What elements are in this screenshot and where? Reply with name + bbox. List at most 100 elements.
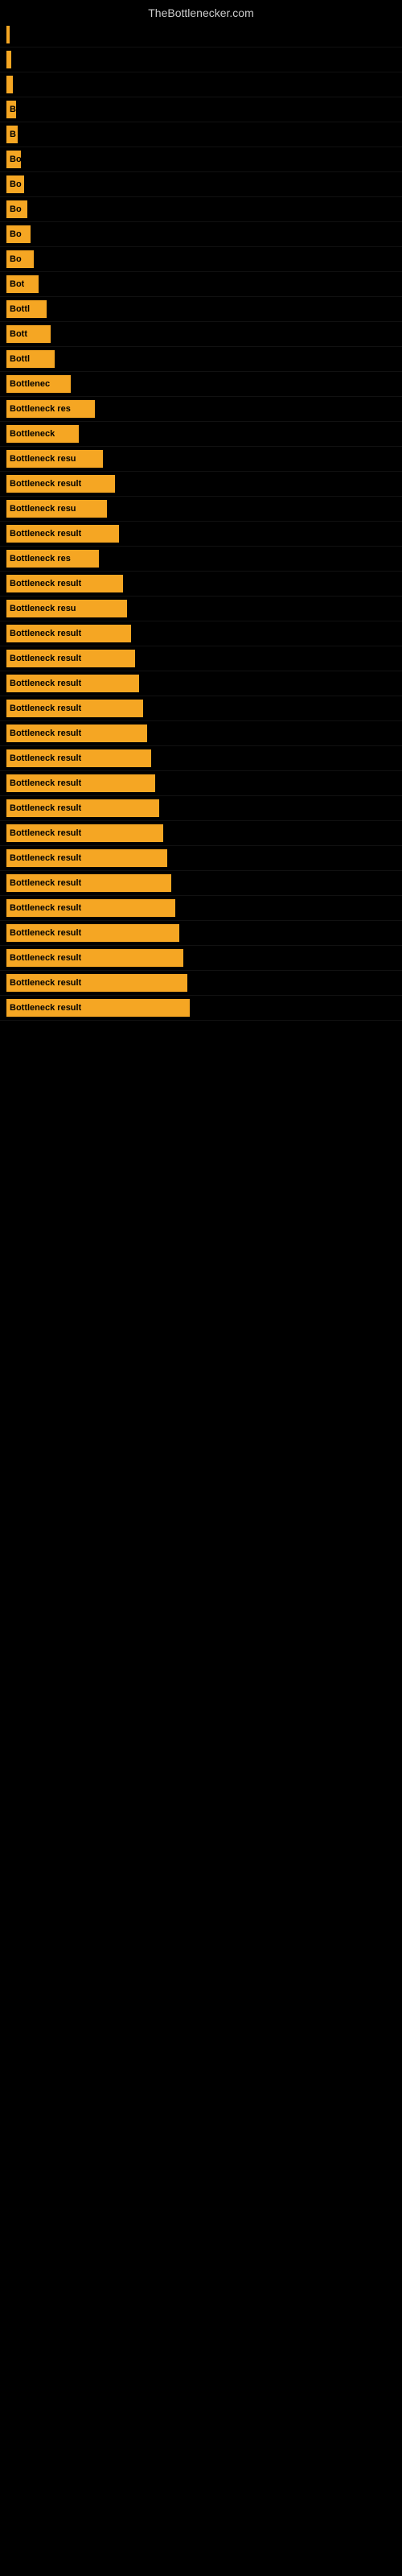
bar-38: Bottleneck result <box>6 974 187 992</box>
list-item: Bottleneck resu <box>0 447 402 472</box>
bar-30: Bottleneck result <box>6 774 155 792</box>
bar-label-11: Bottl <box>10 304 30 314</box>
bar-35: Bottleneck result <box>6 899 175 917</box>
list-item: Bottleneck result <box>0 696 402 721</box>
bar-label-36: Bottleneck result <box>10 928 81 938</box>
list-item: Bottleneck result <box>0 996 402 1021</box>
bar-20: Bottleneck result <box>6 525 119 543</box>
bar-label-16: Bottleneck <box>10 429 55 439</box>
list-item: Bottleneck resu <box>0 597 402 621</box>
bar-label-9: Bo <box>10 254 22 264</box>
site-title: TheBottlenecker.com <box>0 0 402 23</box>
bar-label-24: Bottleneck result <box>10 629 81 638</box>
bar-8: Bo <box>6 225 31 243</box>
bar-3: B <box>6 101 16 118</box>
list-item: Bottleneck res <box>0 397 402 422</box>
bar-label-10: Bot <box>10 279 24 289</box>
list-item: B <box>0 122 402 147</box>
bar-19: Bottleneck resu <box>6 500 107 518</box>
bar-label-15: Bottleneck res <box>10 404 71 414</box>
bar-31: Bottleneck result <box>6 799 159 817</box>
list-item: Bottleneck result <box>0 746 402 771</box>
bar-label-13: Bottl <box>10 354 30 364</box>
bar-label-38: Bottleneck result <box>10 978 81 988</box>
list-item: Bottleneck result <box>0 971 402 996</box>
bar-16: Bottleneck <box>6 425 79 443</box>
bar-27: Bottleneck result <box>6 700 143 717</box>
bar-label-6: Bo <box>10 180 22 189</box>
bar-label-12: Bott <box>10 329 27 339</box>
bar-10: Bot <box>6 275 39 293</box>
bar-39: Bottleneck result <box>6 999 190 1017</box>
list-item: Bo <box>0 147 402 172</box>
list-item: Bott <box>0 322 402 347</box>
bar-label-28: Bottleneck result <box>10 729 81 738</box>
bar-label-35: Bottleneck result <box>10 903 81 913</box>
list-item: Bottleneck result <box>0 771 402 796</box>
list-item: Bottl <box>0 297 402 322</box>
bar-6: Bo <box>6 175 24 193</box>
list-item: Bo <box>0 197 402 222</box>
bar-13: Bottl <box>6 350 55 368</box>
bar-label-4: B <box>10 130 16 139</box>
bar-0 <box>6 26 10 43</box>
bar-label-18: Bottleneck result <box>10 479 81 489</box>
bar-36: Bottleneck result <box>6 924 179 942</box>
bar-label-29: Bottleneck result <box>10 753 81 763</box>
bar-label-23: Bottleneck resu <box>10 604 76 613</box>
bar-label-22: Bottleneck result <box>10 579 81 588</box>
list-item: Bottleneck result <box>0 796 402 821</box>
bar-label-25: Bottleneck result <box>10 654 81 663</box>
bar-label-14: Bottlenec <box>10 379 50 389</box>
list-item: Bottleneck result <box>0 572 402 597</box>
bar-1 <box>6 51 11 68</box>
bar-25: Bottleneck result <box>6 650 135 667</box>
bar-14: Bottlenec <box>6 375 71 393</box>
list-item <box>0 23 402 47</box>
list-item: Bo <box>0 222 402 247</box>
bar-label-17: Bottleneck resu <box>10 454 76 464</box>
bar-label-7: Bo <box>10 204 22 214</box>
bar-9: Bo <box>6 250 34 268</box>
list-item: Bottleneck result <box>0 821 402 846</box>
bar-2 <box>6 76 13 93</box>
list-item: Bo <box>0 172 402 197</box>
list-item: Bottleneck result <box>0 871 402 896</box>
bar-28: Bottleneck result <box>6 724 147 742</box>
bar-18: Bottleneck result <box>6 475 115 493</box>
bar-34: Bottleneck result <box>6 874 171 892</box>
bar-label-33: Bottleneck result <box>10 853 81 863</box>
bar-label-19: Bottleneck resu <box>10 504 76 514</box>
list-item: Bo <box>0 247 402 272</box>
bar-label-31: Bottleneck result <box>10 803 81 813</box>
bar-12: Bott <box>6 325 51 343</box>
list-item: Bottleneck result <box>0 721 402 746</box>
bar-label-3: B <box>10 105 16 114</box>
list-item: Bottleneck result <box>0 522 402 547</box>
bar-32: Bottleneck result <box>6 824 163 842</box>
list-item: Bottleneck <box>0 422 402 447</box>
bar-label-30: Bottleneck result <box>10 778 81 788</box>
bar-21: Bottleneck res <box>6 550 99 568</box>
bar-label-34: Bottleneck result <box>10 878 81 888</box>
list-item: Bottlenec <box>0 372 402 397</box>
list-item: Bottleneck result <box>0 621 402 646</box>
list-item: Bottleneck result <box>0 671 402 696</box>
list-item: Bottleneck resu <box>0 497 402 522</box>
bar-37: Bottleneck result <box>6 949 183 967</box>
bar-33: Bottleneck result <box>6 849 167 867</box>
list-item <box>0 47 402 72</box>
bar-7: Bo <box>6 200 27 218</box>
bar-label-37: Bottleneck result <box>10 953 81 963</box>
bar-23: Bottleneck resu <box>6 600 127 617</box>
bar-15: Bottleneck res <box>6 400 95 418</box>
bar-label-32: Bottleneck result <box>10 828 81 838</box>
bar-24: Bottleneck result <box>6 625 131 642</box>
bar-label-5: Bo <box>10 155 21 164</box>
bar-label-20: Bottleneck result <box>10 529 81 539</box>
list-item: Bottl <box>0 347 402 372</box>
bar-17: Bottleneck resu <box>6 450 103 468</box>
list-item: Bottleneck res <box>0 547 402 572</box>
list-item: Bot <box>0 272 402 297</box>
bar-22: Bottleneck result <box>6 575 123 592</box>
